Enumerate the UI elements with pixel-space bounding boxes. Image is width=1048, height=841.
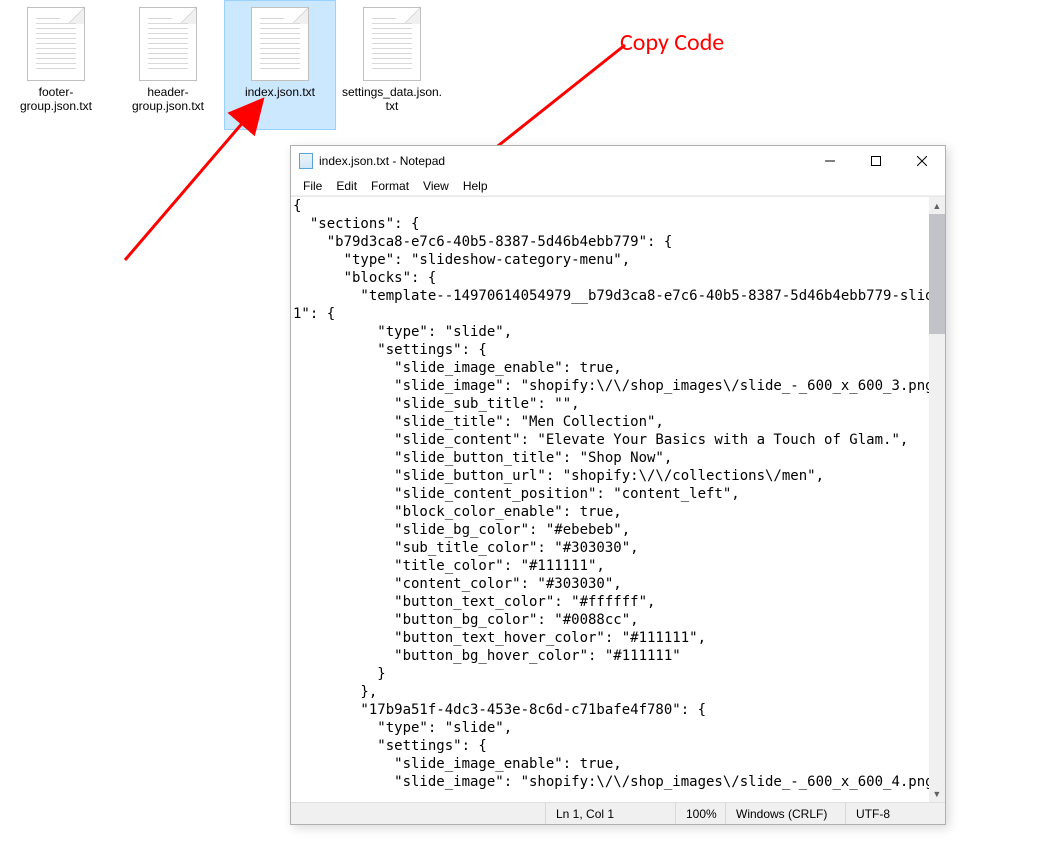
menu-view[interactable]: View <box>417 179 455 193</box>
file-footer-group[interactable]: footer-group.json.txt <box>0 0 112 130</box>
status-position: Ln 1, Col 1 <box>545 803 675 824</box>
menu-format[interactable]: Format <box>365 179 415 193</box>
txt-file-icon <box>139 7 197 81</box>
notepad-window: index.json.txt - Notepad File Edit Forma… <box>290 145 946 825</box>
vertical-scrollbar[interactable]: ▲ ▼ <box>929 197 945 802</box>
statusbar: Ln 1, Col 1 100% Windows (CRLF) UTF-8 <box>291 802 945 824</box>
menubar: File Edit Format View Help <box>291 176 945 196</box>
minimize-button[interactable] <box>807 146 853 176</box>
status-zoom: 100% <box>675 803 725 824</box>
file-settings-data[interactable]: settings_data.json.txt <box>336 0 448 130</box>
notepad-app-icon <box>299 153 313 169</box>
titlebar[interactable]: index.json.txt - Notepad <box>291 146 945 176</box>
menu-file[interactable]: File <box>297 179 328 193</box>
file-index-json[interactable]: index.json.txt <box>224 0 336 130</box>
txt-file-icon <box>251 7 309 81</box>
text-editor[interactable]: { "sections": { "b79d3ca8-e7c6-40b5-8387… <box>291 197 929 802</box>
menu-edit[interactable]: Edit <box>330 179 363 193</box>
maximize-button[interactable] <box>853 146 899 176</box>
status-encoding: UTF-8 <box>845 803 945 824</box>
file-label: index.json.txt <box>225 85 335 99</box>
status-eol: Windows (CRLF) <box>725 803 845 824</box>
txt-file-icon <box>27 7 85 81</box>
file-label: settings_data.json.txt <box>337 85 447 114</box>
annotation-copy-code: Copy Code <box>620 28 724 57</box>
window-title: index.json.txt - Notepad <box>319 154 445 168</box>
close-button[interactable] <box>899 146 945 176</box>
file-label: footer-group.json.txt <box>1 85 111 114</box>
file-header-group[interactable]: header-group.json.txt <box>112 0 224 130</box>
scroll-down-button[interactable]: ▼ <box>929 785 945 802</box>
desktop-files: footer-group.json.txt header-group.json.… <box>0 0 448 130</box>
scrollbar-thumb[interactable] <box>929 214 945 334</box>
scroll-up-button[interactable]: ▲ <box>929 197 945 214</box>
scrollbar-track[interactable] <box>929 214 945 785</box>
file-label: header-group.json.txt <box>113 85 223 114</box>
txt-file-icon <box>363 7 421 81</box>
menu-help[interactable]: Help <box>457 179 494 193</box>
